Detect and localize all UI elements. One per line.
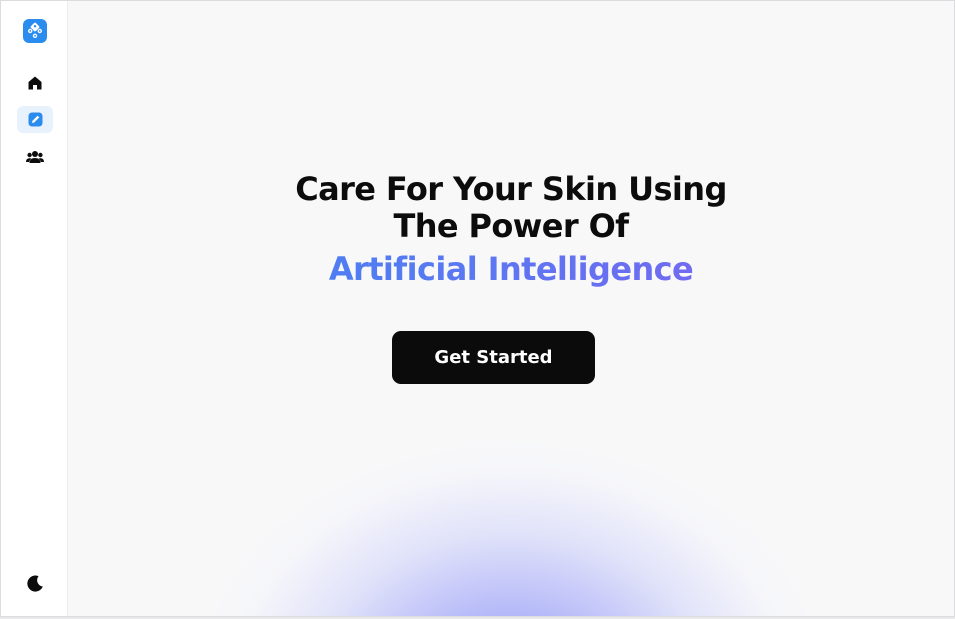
headline-line-1: Care For Your Skin Using	[295, 170, 727, 208]
moon-icon	[27, 575, 43, 592]
sidebar-item-home[interactable]	[17, 69, 53, 96]
hero-section: Care For Your Skin Using The Power Of Ar…	[68, 171, 954, 289]
app-window: Care For Your Skin Using The Power Of Ar…	[0, 0, 955, 617]
headline-line-2: The Power Of	[393, 207, 629, 245]
sidebar	[1, 1, 68, 616]
sidebar-item-community[interactable]	[17, 143, 53, 170]
main-content: Care For Your Skin Using The Power Of Ar…	[68, 1, 954, 616]
sidebar-item-edit[interactable]	[17, 106, 53, 133]
app-logo-icon[interactable]	[23, 19, 47, 43]
theme-toggle-button[interactable]	[23, 572, 47, 596]
hero-headline: Care For Your Skin Using The Power Of	[68, 171, 954, 245]
users-icon	[26, 150, 44, 163]
headline-highlight: Artificial Intelligence	[68, 249, 954, 289]
edit-icon	[28, 112, 42, 127]
get-started-button[interactable]: Get Started	[392, 331, 595, 384]
home-icon	[28, 76, 42, 89]
dice-logo-icon	[28, 22, 42, 38]
